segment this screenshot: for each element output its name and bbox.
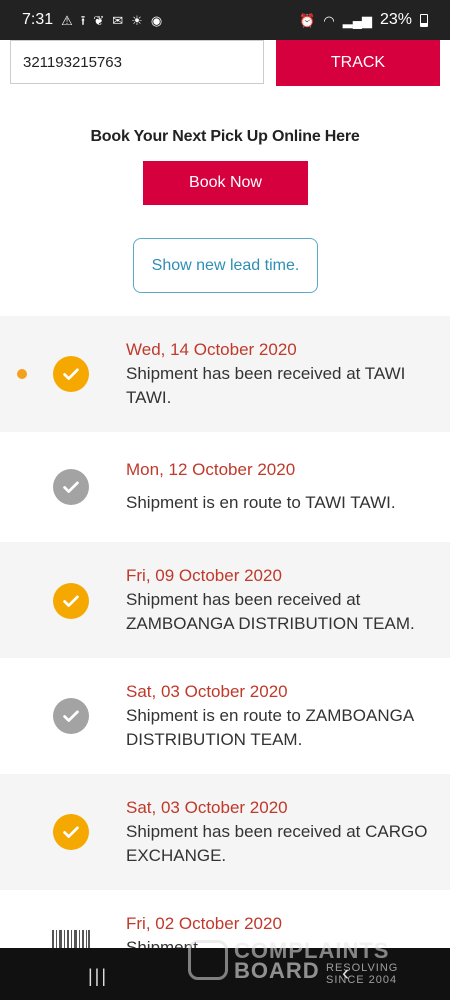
event-description: Shipment is en route to TAWI TAWI. <box>126 493 396 512</box>
current-status-dot <box>17 369 27 379</box>
event-description: Shipment has been received at ZAMBOANGA … <box>126 590 415 633</box>
messenger-icon: ◉ <box>150 12 163 28</box>
booking-heading: Book Your Next Pick Up Online Here <box>90 128 360 145</box>
timeline-event: Sat, 03 October 2020 Shipment is en rout… <box>0 658 450 774</box>
leaf-icon: ❦ <box>93 12 105 28</box>
timeline-event: Fri, 09 October 2020 Shipment has been r… <box>0 542 450 658</box>
signal-icon: ▂▄▆ <box>342 12 372 28</box>
check-circle-icon <box>53 469 89 505</box>
alarm-icon: ⏰ <box>299 12 316 28</box>
timeline-event: Sat, 03 October 2020 Shipment has been r… <box>0 774 450 890</box>
event-date: Sat, 03 October 2020 <box>126 682 288 701</box>
complaints-board-watermark: COMPLAINTS BOARD RESOLVING SINCE 2004 <box>188 938 408 986</box>
upload-icon: ⭱ <box>80 12 86 28</box>
event-date: Wed, 14 October 2020 <box>126 340 297 359</box>
event-date: Sat, 03 October 2020 <box>126 798 288 817</box>
battery-icon <box>420 13 428 27</box>
book-now-button[interactable]: Book Now <box>143 161 308 205</box>
check-circle-icon <box>53 814 89 850</box>
event-date: Fri, 02 October 2020 <box>126 914 282 933</box>
shipment-timeline: Wed, 14 October 2020 Shipment has been r… <box>0 316 450 970</box>
show-lead-time-button[interactable]: Show new lead time. <box>133 238 318 293</box>
event-description: Shipment has been received at TAWI TAWI. <box>126 364 406 407</box>
check-circle-icon <box>53 356 89 392</box>
check-circle-icon <box>53 698 89 734</box>
watermark-line2: BOARD <box>234 958 320 983</box>
tracking-form: 321193215763 TRACK <box>10 40 440 86</box>
tracking-number-value: 321193215763 <box>23 53 122 71</box>
watermark-line3: RESOLVING SINCE 2004 <box>326 962 399 986</box>
timeline-event: Wed, 14 October 2020 Shipment has been r… <box>0 316 450 432</box>
shield-logo-icon <box>188 940 228 980</box>
event-date: Fri, 09 October 2020 <box>126 566 282 585</box>
battery-percent: 23% <box>379 11 412 28</box>
timeline-event: Mon, 12 October 2020 Shipment is en rout… <box>0 432 450 542</box>
event-date: Mon, 12 October 2020 <box>126 460 296 479</box>
warning-icon: ⚠ <box>61 12 73 28</box>
recents-icon[interactable]: ||| <box>88 966 108 987</box>
weather-icon: ☀ <box>131 12 143 28</box>
status-time: 7:31 <box>22 11 54 28</box>
check-circle-icon <box>53 583 89 619</box>
track-button[interactable]: TRACK <box>276 40 440 86</box>
status-bar: 7:31 ⚠ ⭱ ❦ ✉ ☀ ◉ ⏰ ◠ ▂▄▆ 23% <box>0 0 450 40</box>
mail-icon: ✉ <box>112 12 124 28</box>
wifi-icon: ◠ <box>323 12 335 28</box>
tracking-number-input[interactable]: 321193215763 <box>10 40 264 84</box>
event-description: Shipment is en route to ZAMBOANGA DISTRI… <box>126 706 414 749</box>
event-description: Shipment has been received at CARGO EXCH… <box>126 822 428 865</box>
